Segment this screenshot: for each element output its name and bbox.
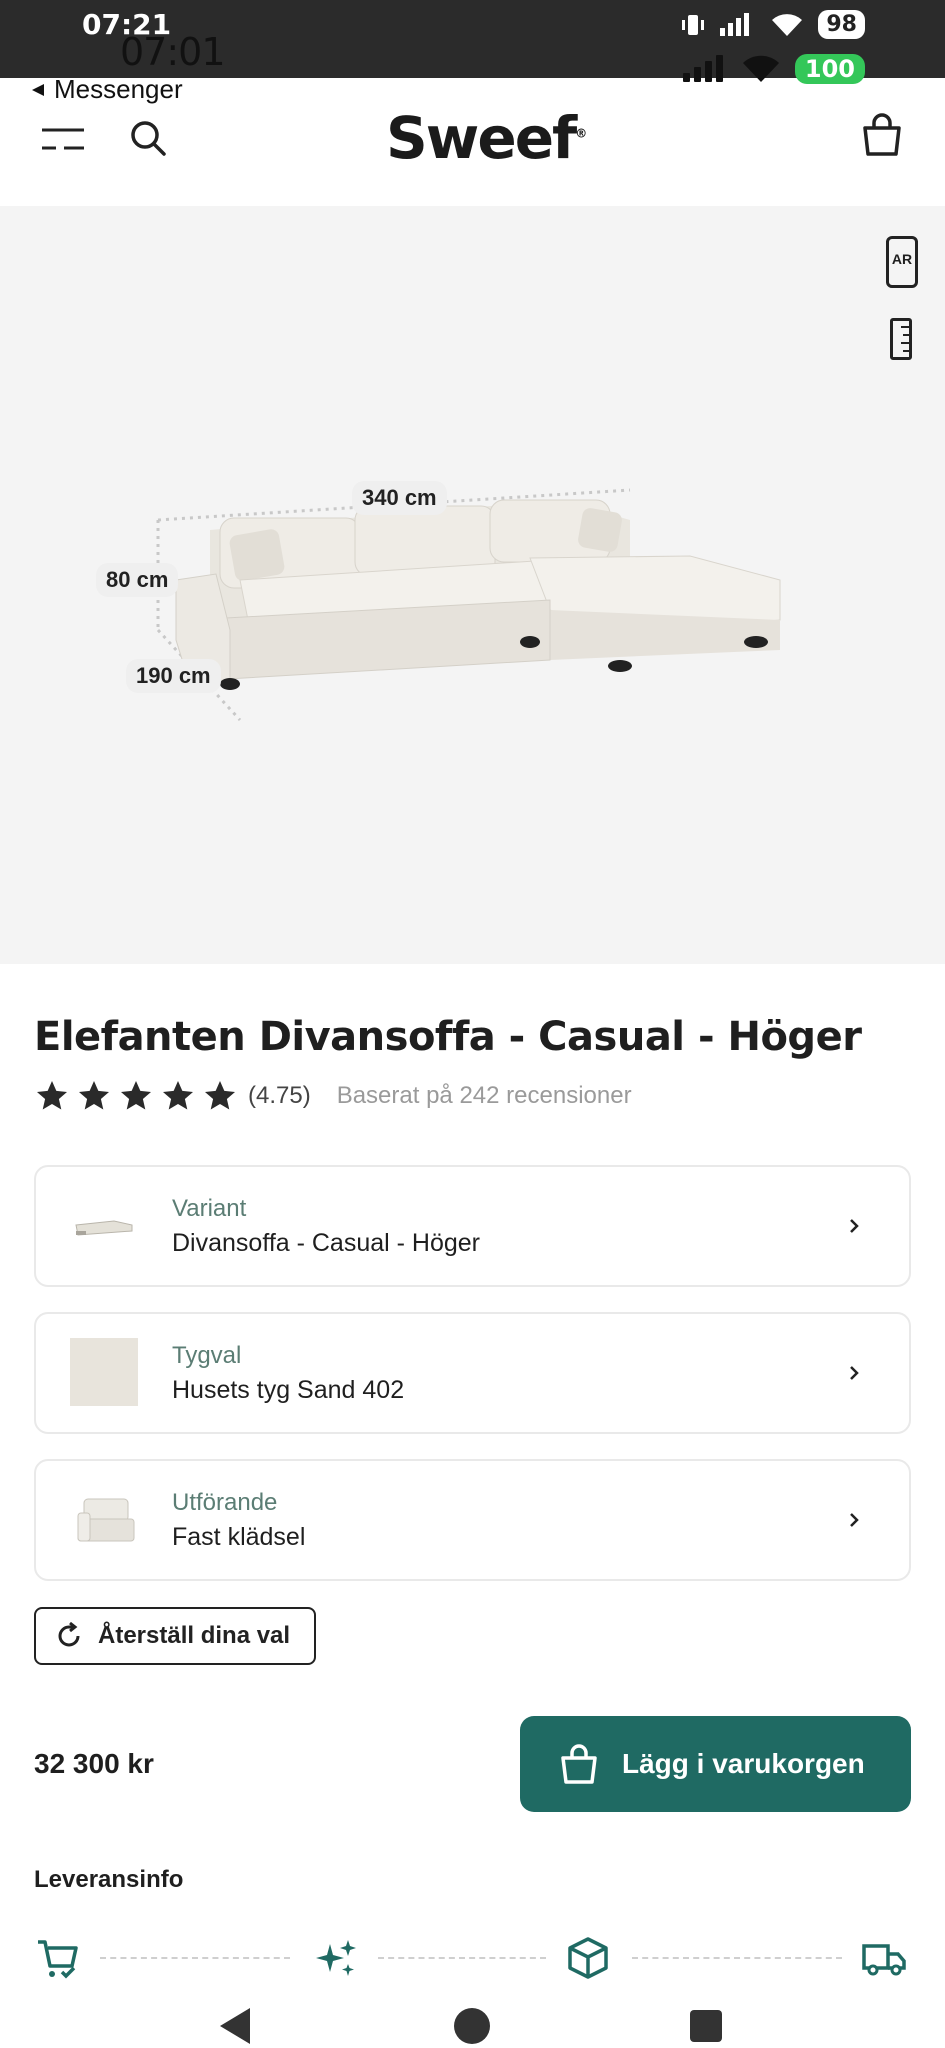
- status-icons: 98: [680, 10, 865, 39]
- option-label: Variant: [172, 1195, 247, 1222]
- site-logo[interactable]: Sweef®: [386, 104, 587, 172]
- delivery-truck-icon: [862, 1944, 906, 1976]
- cart-label: Lägg i varukorgen: [622, 1748, 865, 1779]
- add-to-cart-button[interactable]: Lägg i varukorgen: [520, 1716, 911, 1812]
- overlay-status-icons: 100: [682, 54, 865, 84]
- option-label: Utförande: [172, 1489, 278, 1516]
- step-connector: [100, 1957, 290, 1959]
- rating-row[interactable]: (4.75) Baserat på 242 recensioner: [34, 1078, 632, 1114]
- signal-icon: [720, 12, 750, 36]
- option-card-variant[interactable]: Variant Divansoffa - Casual - Höger: [34, 1165, 911, 1287]
- back-to-app-link[interactable]: Messenger: [30, 74, 183, 105]
- shopping-bag-icon[interactable]: [859, 112, 905, 158]
- back-triangle-icon: [32, 83, 44, 96]
- chevron-right-icon[interactable]: [833, 1499, 875, 1541]
- option-card-upholstery[interactable]: Utförande Fast klädsel: [34, 1459, 911, 1581]
- option-value: Divansoffa - Casual - Höger: [172, 1229, 481, 1257]
- review-count[interactable]: Baserat på 242 recensioner: [337, 1082, 632, 1110]
- upholstery-thumbnail: [77, 1498, 135, 1542]
- option-value: Fast klädsel: [172, 1523, 306, 1551]
- star-icon: [79, 1081, 109, 1110]
- ruler-icon[interactable]: [890, 318, 912, 360]
- variant-thumbnail: [75, 1220, 133, 1236]
- option-value: Husets tyg Sand 402: [172, 1376, 405, 1404]
- back-app-label: Messenger: [54, 74, 183, 104]
- refresh-icon: [58, 1621, 80, 1647]
- chevron-right-icon[interactable]: [833, 1352, 875, 1394]
- home-nav-icon[interactable]: [454, 2008, 490, 2044]
- logo-text: Sweef: [386, 104, 577, 172]
- product-title: Elefanten Divansoffa - Casual - Höger: [34, 1014, 862, 1060]
- package-icon: [568, 1937, 608, 1979]
- vibrate-icon: [682, 14, 705, 35]
- ar-label: AR: [891, 251, 913, 267]
- wifi-icon: [772, 13, 803, 36]
- reset-choices-button[interactable]: Återställ dina val: [34, 1607, 316, 1665]
- star-icon: [37, 1081, 67, 1110]
- star-icon: [121, 1081, 151, 1110]
- battery-indicator: 98: [818, 10, 865, 39]
- overlay-status-time: 07:01: [120, 30, 226, 74]
- ar-view-button[interactable]: AR: [886, 236, 918, 288]
- dimension-width-label: 340 cm: [352, 481, 447, 515]
- ruler-ticks: [901, 326, 909, 352]
- wifi-icon: [742, 55, 779, 82]
- back-nav-icon[interactable]: [220, 2008, 250, 2044]
- shopping-bag-icon: [561, 1744, 597, 1784]
- chevron-right-icon[interactable]: [833, 1205, 875, 1247]
- step-connector: [378, 1957, 546, 1959]
- menu-icon[interactable]: [40, 124, 86, 154]
- cell-signal-icon: [682, 55, 723, 82]
- rating-score: (4.75): [248, 1082, 311, 1109]
- star-icon: [205, 1081, 235, 1110]
- sparkle-icon: [316, 1940, 356, 1976]
- step-connector: [632, 1957, 842, 1959]
- dimension-height-label: 80 cm: [96, 563, 179, 597]
- option-label: Tygval: [172, 1342, 242, 1369]
- delivery-info-heading: Leveransinfo: [34, 1866, 184, 1893]
- fabric-swatch: [70, 1338, 138, 1406]
- dimension-depth-label: 190 cm: [126, 659, 221, 693]
- search-icon[interactable]: [128, 118, 168, 158]
- option-card-fabric[interactable]: Tygval Husets tyg Sand 402: [34, 1312, 911, 1434]
- recent-apps-nav-icon[interactable]: [690, 2010, 722, 2042]
- star-icon: [163, 1081, 193, 1110]
- battery-indicator: 100: [794, 54, 865, 84]
- logo-mark: ®: [575, 126, 587, 141]
- cart-check-icon: [38, 1940, 78, 1979]
- product-price: 32 300 kr: [34, 1748, 154, 1779]
- reset-label: Återställ dina val: [98, 1622, 291, 1649]
